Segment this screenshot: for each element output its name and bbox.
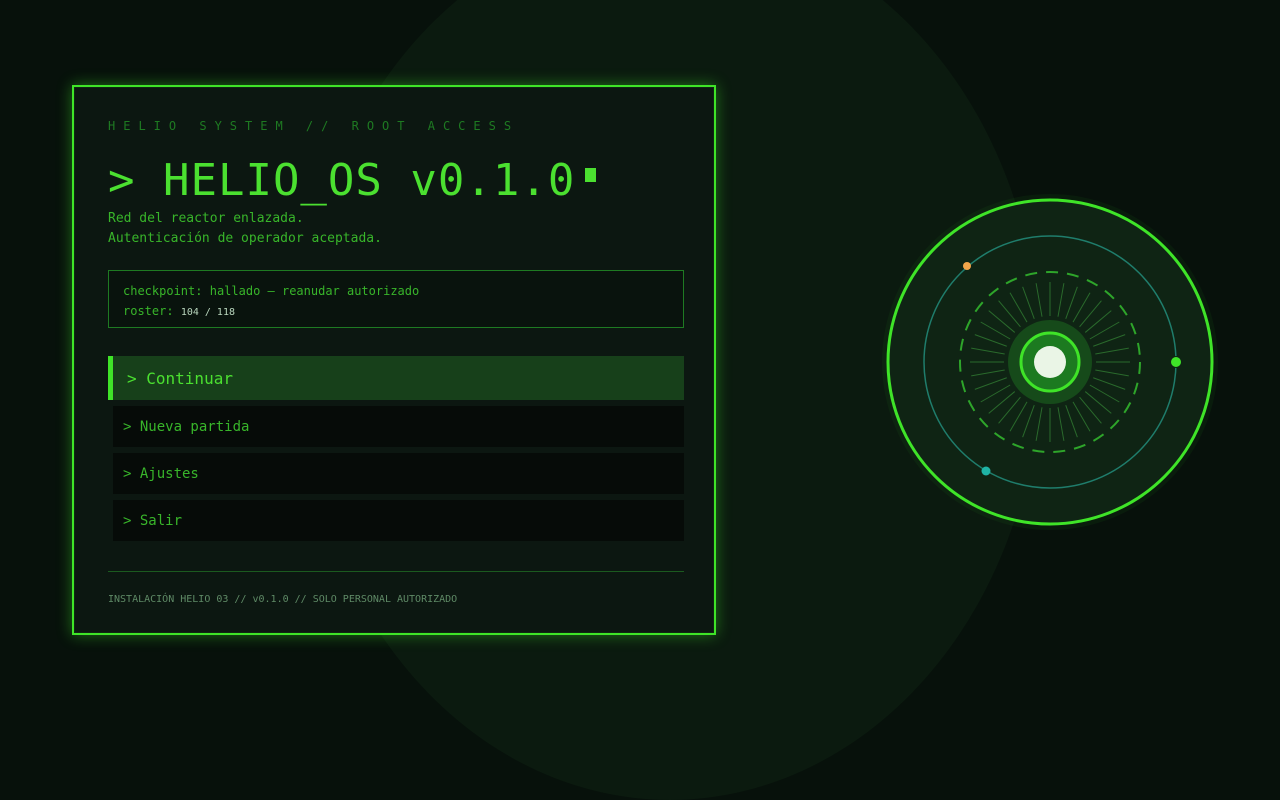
footer-divider bbox=[108, 571, 684, 572]
status-line: Red del reactor enlazada. bbox=[108, 211, 304, 226]
new-game-button[interactable]: > Nueva partida bbox=[113, 406, 684, 447]
settings-button[interactable]: > Ajustes bbox=[113, 453, 684, 494]
page-title: > HELIO_OS v0.1.0 bbox=[108, 155, 597, 206]
footer-text: INSTALACIÓN HELIO 03 // v0.1.0 // SOLO P… bbox=[108, 594, 458, 605]
exit-button[interactable]: > Salir bbox=[113, 500, 684, 541]
checkpoint-value: hallado — reanudar autorizado bbox=[209, 284, 420, 298]
roster-row: roster: 104 / 118 bbox=[123, 301, 669, 323]
menu-list: > Continuar > Nueva partida > Ajustes > … bbox=[108, 356, 684, 547]
reactor-graphic bbox=[882, 194, 1218, 530]
checkpoint-label: checkpoint: bbox=[123, 284, 203, 298]
main-menu-panel: HELIO SYSTEM // ROOT ACCESS > HELIO_OS v… bbox=[72, 85, 716, 635]
reactor-core bbox=[1034, 346, 1066, 378]
orbit-node-orange bbox=[963, 262, 971, 270]
orbit-node-teal bbox=[981, 466, 991, 476]
orbit-node-green bbox=[1170, 356, 1182, 368]
roster-value: 104 / 118 bbox=[180, 307, 235, 318]
status-text: Red del reactor enlazada. Autenticación … bbox=[108, 209, 382, 249]
cursor-block-icon bbox=[585, 167, 597, 182]
roster-label: roster: bbox=[123, 304, 174, 318]
continue-button[interactable]: > Continuar bbox=[108, 356, 684, 400]
checkpoint-row: checkpoint: hallado — reanudar autorizad… bbox=[123, 281, 669, 301]
title-text: > HELIO_OS v0.1.0 bbox=[108, 155, 576, 206]
status-line: Autenticación de operador aceptada. bbox=[108, 231, 382, 246]
save-info-box: checkpoint: hallado — reanudar autorizad… bbox=[108, 270, 684, 328]
system-kicker: HELIO SYSTEM // ROOT ACCESS bbox=[108, 119, 520, 133]
